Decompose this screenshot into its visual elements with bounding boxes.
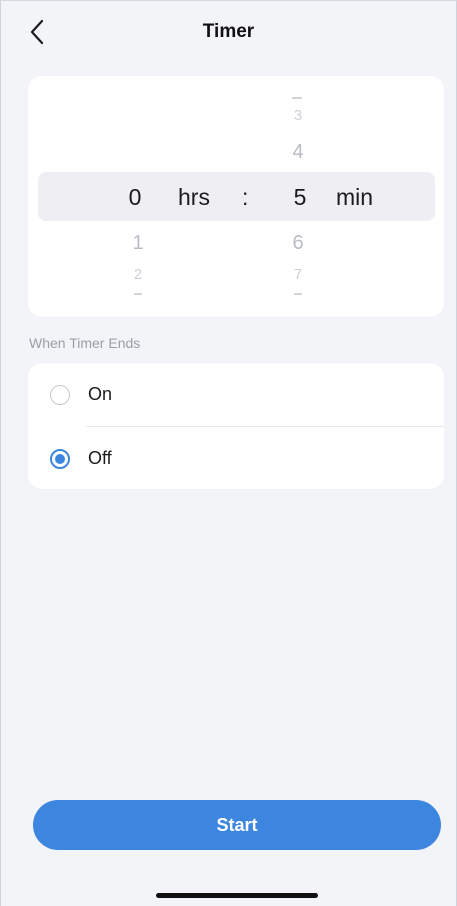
page-title: Timer bbox=[202, 21, 255, 42]
option-label: Off bbox=[88, 448, 112, 468]
minutes-unit-label: min bbox=[336, 184, 374, 210]
radio-checked-icon[interactable] bbox=[50, 448, 70, 469]
timer-end-options: On Off bbox=[28, 363, 444, 489]
time-separator: : bbox=[242, 184, 249, 210]
hours-unit-label: hrs bbox=[178, 184, 210, 210]
minutes-option[interactable]: 6 bbox=[286, 233, 310, 253]
hours-option[interactable]: 2 bbox=[126, 267, 150, 282]
home-indicator bbox=[156, 893, 318, 898]
timer-screen: Timer 3 4 0 hrs : 5 min 1 6 2 7 When Tim… bbox=[0, 0, 457, 906]
picker-fade-mark bbox=[294, 293, 302, 295]
timer-end-section-label: When Timer Ends bbox=[29, 335, 141, 351]
minutes-option[interactable]: 3 bbox=[286, 108, 310, 123]
option-off[interactable]: Off bbox=[28, 427, 444, 489]
minutes-selected-value[interactable]: 5 bbox=[288, 186, 312, 209]
picker-selection-highlight bbox=[38, 172, 435, 221]
time-picker[interactable]: 3 4 0 hrs : 5 min 1 6 2 7 bbox=[28, 76, 444, 317]
hours-option[interactable]: 1 bbox=[126, 233, 150, 253]
hours-selected-value[interactable]: 0 bbox=[123, 186, 147, 209]
picker-fade-mark bbox=[292, 97, 302, 99]
start-button[interactable]: Start bbox=[33, 800, 441, 850]
minutes-option[interactable]: 7 bbox=[286, 267, 310, 282]
option-on[interactable]: On bbox=[28, 363, 444, 426]
picker-fade-mark bbox=[134, 293, 142, 295]
minutes-option[interactable]: 4 bbox=[286, 142, 310, 162]
option-label: On bbox=[88, 384, 113, 404]
header: Timer bbox=[1, 1, 456, 65]
radio-unchecked-icon[interactable] bbox=[50, 384, 70, 405]
